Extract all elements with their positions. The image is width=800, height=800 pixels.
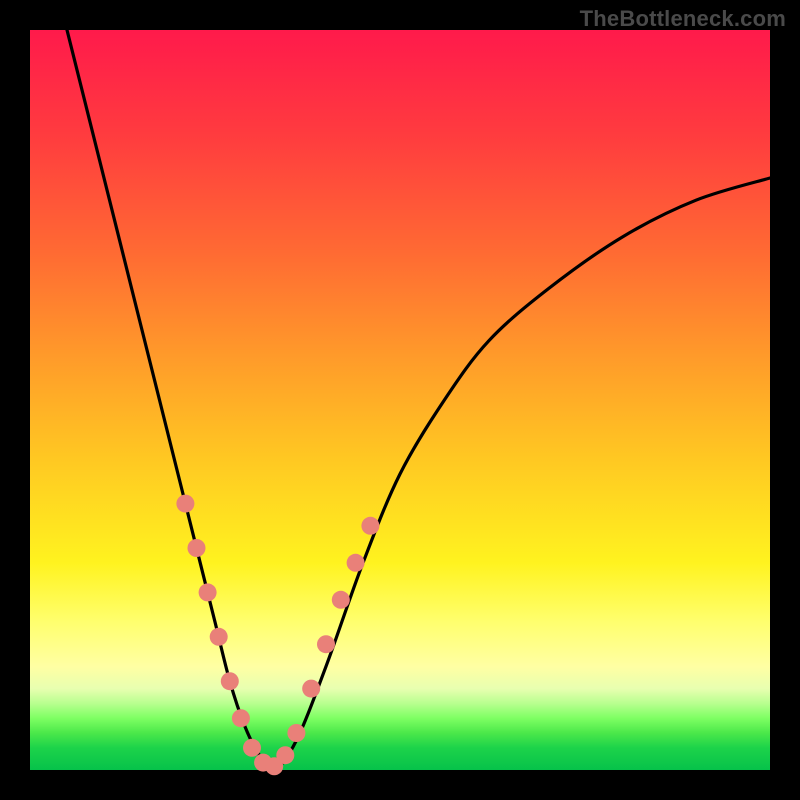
data-point <box>361 517 379 535</box>
data-point <box>176 495 194 513</box>
bottleneck-curve <box>67 30 770 770</box>
data-point <box>232 709 250 727</box>
data-point <box>287 724 305 742</box>
data-point <box>188 539 206 557</box>
data-point <box>199 583 217 601</box>
data-point <box>276 746 294 764</box>
data-point <box>347 554 365 572</box>
plot-area <box>30 30 770 770</box>
data-point <box>221 672 239 690</box>
data-markers <box>176 495 379 776</box>
watermark-text: TheBottleneck.com <box>580 6 786 32</box>
data-point <box>302 680 320 698</box>
data-point <box>243 739 261 757</box>
chart-frame: TheBottleneck.com <box>0 0 800 800</box>
data-point <box>317 635 335 653</box>
data-point <box>332 591 350 609</box>
chart-svg <box>30 30 770 770</box>
data-point <box>210 628 228 646</box>
